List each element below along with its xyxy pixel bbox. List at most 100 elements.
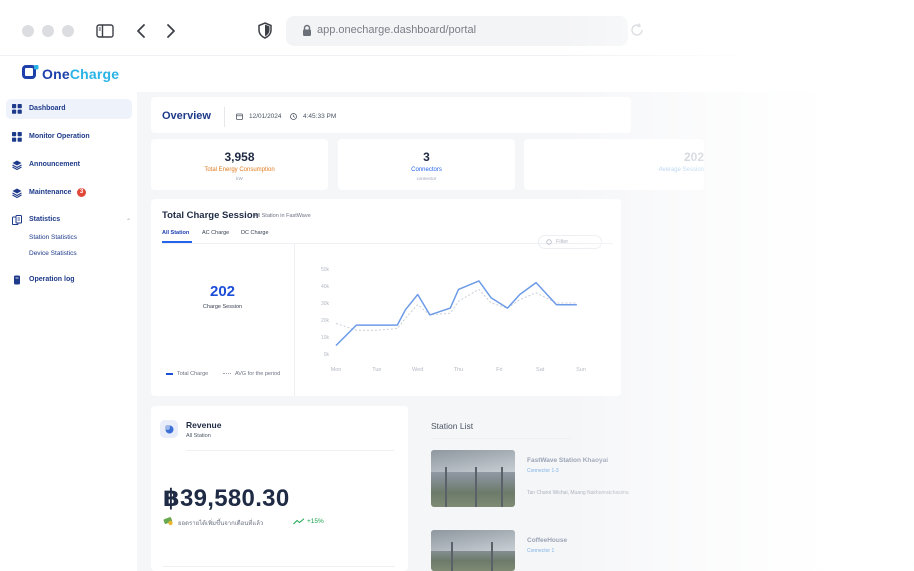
station-name[interactable]: FastWave Station Khaoyai [527,457,608,464]
session-line-chart: 50k 40k 30k 20k 10k 0k Mon Tue Wed Thu Fri Sat Sun [321,267,586,373]
tab-all-station[interactable]: All Station [162,230,189,236]
photo-post [501,467,503,507]
y-tick-label: 20k [321,318,330,324]
y-tick-label: 10k [321,335,330,341]
photo-post [475,467,477,507]
sidebar-item-label: Dashboard [29,105,66,112]
photo-post [451,542,453,571]
divider [294,244,295,396]
x-tick-label: Wed [412,367,423,373]
revenue-note: ยอดรายได้เพิ่มขึ้นจากเดือนที่แล้ว [178,521,264,527]
sidebar-item-label: Maintenance [29,189,72,196]
divider [431,438,571,439]
divider [186,450,394,451]
stat-value: 202 [683,150,704,164]
stats-icon [12,215,22,225]
x-tick-label: Mon [331,367,342,373]
window-minimize-button[interactable] [42,25,54,37]
revenue-card: Revenue All Station ฿39,580.30 ยอดรายได้… [151,406,408,571]
toolbar-fade [560,0,914,56]
station-name[interactable]: CoffeeHouse [527,537,567,544]
legend-total-label: Total Charge [177,371,209,377]
brand-name[interactable]: OneCharge [42,66,119,82]
station-connectors: Connector 1 [527,548,555,554]
stat-label: Connectors [411,167,442,173]
grid-icon [12,132,22,142]
legend-total: Total Charge [166,371,208,377]
tab-dc-charge[interactable]: DC Charge [241,230,269,236]
y-tick-label: 40k [321,284,330,290]
sidebar-subitem-station-statistics[interactable]: Station Statistics [29,234,77,241]
onecharge-logo-icon[interactable] [22,65,39,80]
lock-icon [303,24,311,36]
photo-post [491,542,493,571]
stat-label: Total Energy Consumption [204,167,275,173]
stat-value: 3,958 [224,150,255,164]
section-subtitle: All Station in FastWave [254,213,311,219]
stat-card-sessions[interactable]: 202 Average Session [524,139,704,190]
sidebar-item-operation-log[interactable]: Operation log [6,270,132,290]
forward-chevron-icon[interactable] [166,23,176,39]
window-zoom-button[interactable] [62,25,74,37]
y-tick-label: 0k [324,352,330,358]
app-window: app.onecharge.dashboard/portal OneCharge… [0,0,914,571]
sidebar: Dashboard Monitor Operation Announcement… [0,92,137,571]
sidebar-item-label: Operation log [29,276,75,283]
stat-label: Average Session [658,167,704,173]
stat-card-energy[interactable]: 3,958 Total Energy Consumption kW [151,139,328,190]
divider [224,107,225,127]
sidebar-item-label: Announcement [29,161,80,168]
x-tick-label: Fri [496,367,502,373]
overview-time: 4:45:33 PM [303,113,337,120]
revenue-icon [160,420,178,438]
filter-icon [546,239,552,245]
station-list-title: Station List [431,421,474,431]
y-tick-label: 30k [321,301,330,307]
grid-icon [12,104,22,114]
filter-label: Filter [556,239,569,245]
legend-avg: AVG for the period [223,371,280,377]
layers-icon [12,160,22,170]
window-close-button[interactable] [22,25,34,37]
sidebar-item-statistics[interactable]: Statistics ⌃ [6,210,132,230]
station-photo[interactable] [431,450,515,507]
trend-up-icon [293,518,305,525]
url-text: app.onecharge.dashboard/portal [317,24,477,36]
station-connectors: Connector 1-3 [527,468,559,474]
revenue-subtitle: All Station [186,433,211,439]
overview-date: 12/01/2024 [249,113,282,120]
browser-toolbar: app.onecharge.dashboard/portal [0,0,914,56]
session-count: 202 [209,283,236,300]
sidebar-item-dashboard[interactable]: Dashboard [6,99,132,119]
stat-card-connectors[interactable]: 3 Connectors connector [338,139,515,190]
x-tick-label: Sat [536,367,545,373]
section-title: Total Charge Session [162,210,259,221]
revenue-title: Revenue [186,420,222,430]
revenue-change: +15% [307,518,324,525]
x-tick-label: Tue [372,367,381,373]
divider [163,566,395,567]
chevron-up-icon[interactable]: ⌃ [126,218,131,225]
sidebar-subitem-device-statistics[interactable]: Device Statistics [29,250,77,257]
shield-icon[interactable] [258,22,272,39]
revenue-amount: ฿39,580.30 [163,485,290,512]
doc-icon [14,275,20,285]
x-tick-label: Thu [454,367,463,373]
tab-ac-charge[interactable]: AC Charge [202,230,229,236]
station-photo[interactable] [431,530,515,571]
main-content: Overview 12/01/2024 4:45:33 PM 3,958 Tot… [137,92,914,571]
stat-unit: kW [236,176,243,181]
sidebar-item-maintenance[interactable]: Maintenance 3 [6,183,132,203]
sidebar-item-monitor-operation[interactable]: Monitor Operation [6,127,132,147]
sidebar-item-announcement[interactable]: Announcement [6,155,132,175]
sidebar-toggle-icon[interactable] [96,24,114,38]
session-count-label: Charge Session [202,304,243,310]
money-icon [163,517,173,526]
wallet-icon [165,425,174,434]
stat-unit: connector [416,176,437,181]
clock-icon [290,113,297,120]
filter-button[interactable]: Filter [538,235,602,249]
overview-header: Overview 12/01/2024 4:45:33 PM [151,97,631,133]
layers-icon [12,188,22,198]
back-chevron-icon[interactable] [136,23,146,39]
